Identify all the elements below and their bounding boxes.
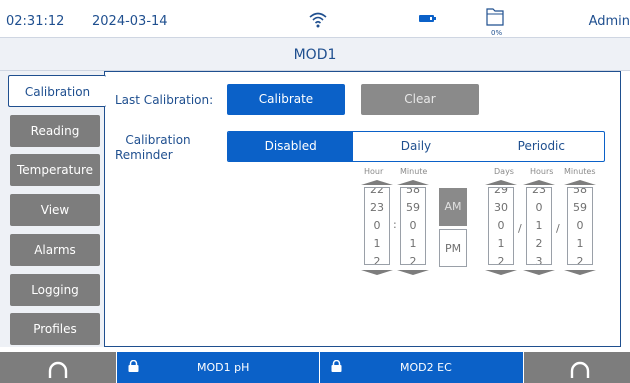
spinner-value-selected: 0 bbox=[576, 219, 584, 232]
spinner-value: 30 bbox=[494, 201, 508, 214]
spinner-value: 1 bbox=[497, 237, 505, 250]
tab-temperature[interactable]: Temperature bbox=[10, 154, 100, 186]
days-column-label: Days bbox=[494, 167, 514, 176]
reminder-segmented-control: Disabled Daily Periodic bbox=[227, 131, 605, 162]
last-calibration-label: Last Calibration: bbox=[115, 93, 214, 107]
reminder-option-disabled[interactable]: Disabled bbox=[228, 132, 354, 161]
clock-date: 2024-03-14 bbox=[92, 14, 168, 29]
hour-spinner[interactable]: 22 23 0 1 2 bbox=[364, 187, 390, 265]
spinner-value: 0 bbox=[535, 201, 543, 214]
spinner-value: 22 bbox=[370, 187, 384, 196]
lock-icon bbox=[128, 360, 139, 372]
calibrate-button[interactable]: Calibrate bbox=[227, 84, 345, 115]
spinner-value-selected: 0 bbox=[373, 219, 381, 232]
spinner-value: 23 bbox=[370, 201, 384, 214]
days-spinner[interactable]: 29 30 0 1 2 bbox=[488, 187, 514, 265]
status-bar: 02:31:12 2024-03-14 0% Admin bbox=[0, 0, 630, 38]
spinner-value: 58 bbox=[573, 187, 587, 196]
time-separator: : bbox=[393, 218, 397, 231]
spinner-value: 2 bbox=[497, 255, 505, 265]
hours-up-arrow-icon[interactable] bbox=[523, 180, 555, 185]
days-up-arrow-icon[interactable] bbox=[485, 180, 517, 185]
pm-button[interactable]: PM bbox=[439, 229, 467, 267]
minutes-spinner[interactable]: 58 59 0 1 2 bbox=[567, 187, 593, 265]
spinner-value-selected: 0 bbox=[497, 219, 505, 232]
minute-column-label: Minute bbox=[400, 167, 428, 176]
minutes-column-label: Minutes bbox=[564, 167, 596, 176]
minutes-down-arrow-icon[interactable] bbox=[564, 270, 596, 275]
spinner-value: 29 bbox=[494, 187, 508, 196]
title-bar: MOD1 bbox=[0, 38, 630, 71]
minutes-up-arrow-icon[interactable] bbox=[564, 180, 596, 185]
days-down-arrow-icon[interactable] bbox=[485, 270, 517, 275]
spinner-value: 2 bbox=[576, 255, 584, 265]
tab-profiles[interactable]: Profiles bbox=[10, 313, 100, 345]
clear-button[interactable]: Clear bbox=[361, 84, 479, 115]
reminder-label-line1: Calibration bbox=[125, 133, 191, 147]
clock-time: 02:31:12 bbox=[6, 14, 65, 29]
hour-column-label: Hour bbox=[364, 167, 384, 176]
module-label: MOD2 EC bbox=[400, 361, 452, 374]
spinner-value: 59 bbox=[406, 201, 420, 214]
spinner-value: 59 bbox=[573, 201, 587, 214]
page-title: MOD1 bbox=[293, 47, 337, 63]
period-separator: / bbox=[556, 222, 560, 235]
minute-up-arrow-icon[interactable] bbox=[397, 180, 429, 185]
spinner-value-selected: 1 bbox=[535, 219, 543, 232]
folder-icon[interactable] bbox=[486, 6, 504, 28]
lock-icon bbox=[331, 360, 342, 372]
module-label: MOD1 pH bbox=[197, 361, 250, 374]
hour-down-arrow-icon[interactable] bbox=[361, 270, 393, 275]
minute-spinner[interactable]: 58 59 0 1 2 bbox=[400, 187, 426, 265]
minute-down-arrow-icon[interactable] bbox=[397, 270, 429, 275]
reminder-option-daily[interactable]: Daily bbox=[353, 132, 478, 161]
tab-calibration[interactable]: Calibration bbox=[8, 75, 106, 107]
right-sync-button[interactable] bbox=[524, 352, 630, 383]
spinner-value: 58 bbox=[406, 187, 420, 196]
am-button[interactable]: AM bbox=[439, 188, 467, 226]
user-name[interactable]: Admin bbox=[589, 14, 630, 29]
hour-up-arrow-icon[interactable] bbox=[361, 180, 393, 185]
tab-logging[interactable]: Logging bbox=[10, 274, 100, 306]
hours-column-label: Hours bbox=[530, 167, 554, 176]
tab-alarms[interactable]: Alarms bbox=[10, 234, 100, 266]
spinner-value: 2 bbox=[535, 237, 543, 250]
tab-reading[interactable]: Reading bbox=[10, 115, 100, 147]
spinner-value: 23 bbox=[532, 187, 546, 196]
sync-icon bbox=[48, 361, 68, 378]
left-sync-button[interactable] bbox=[0, 352, 116, 383]
spinner-value: 2 bbox=[409, 255, 417, 265]
spinner-value: 2 bbox=[373, 255, 381, 265]
battery-icon bbox=[419, 15, 436, 22]
spinner-value-selected: 0 bbox=[409, 219, 417, 232]
storage-percent: 0% bbox=[491, 29, 503, 37]
module-tab-mod1[interactable]: MOD1 pH bbox=[117, 352, 319, 383]
reminder-option-periodic[interactable]: Periodic bbox=[479, 132, 604, 161]
spinner-value: 1 bbox=[409, 237, 417, 250]
spinner-value: 1 bbox=[576, 237, 584, 250]
module-bar: MOD1 pH MOD2 EC bbox=[0, 352, 630, 383]
period-separator: / bbox=[518, 222, 522, 235]
wifi-icon bbox=[309, 12, 327, 28]
hours-spinner[interactable]: 23 0 1 2 3 bbox=[526, 187, 552, 265]
sync-icon bbox=[570, 361, 590, 378]
reminder-label-line2: Reminder bbox=[115, 148, 173, 162]
spinner-value: 3 bbox=[535, 255, 543, 265]
module-tab-mod2[interactable]: MOD2 EC bbox=[320, 352, 523, 383]
spinner-value: 1 bbox=[373, 237, 381, 250]
tab-view[interactable]: View bbox=[10, 194, 100, 226]
hours-down-arrow-icon[interactable] bbox=[523, 270, 555, 275]
